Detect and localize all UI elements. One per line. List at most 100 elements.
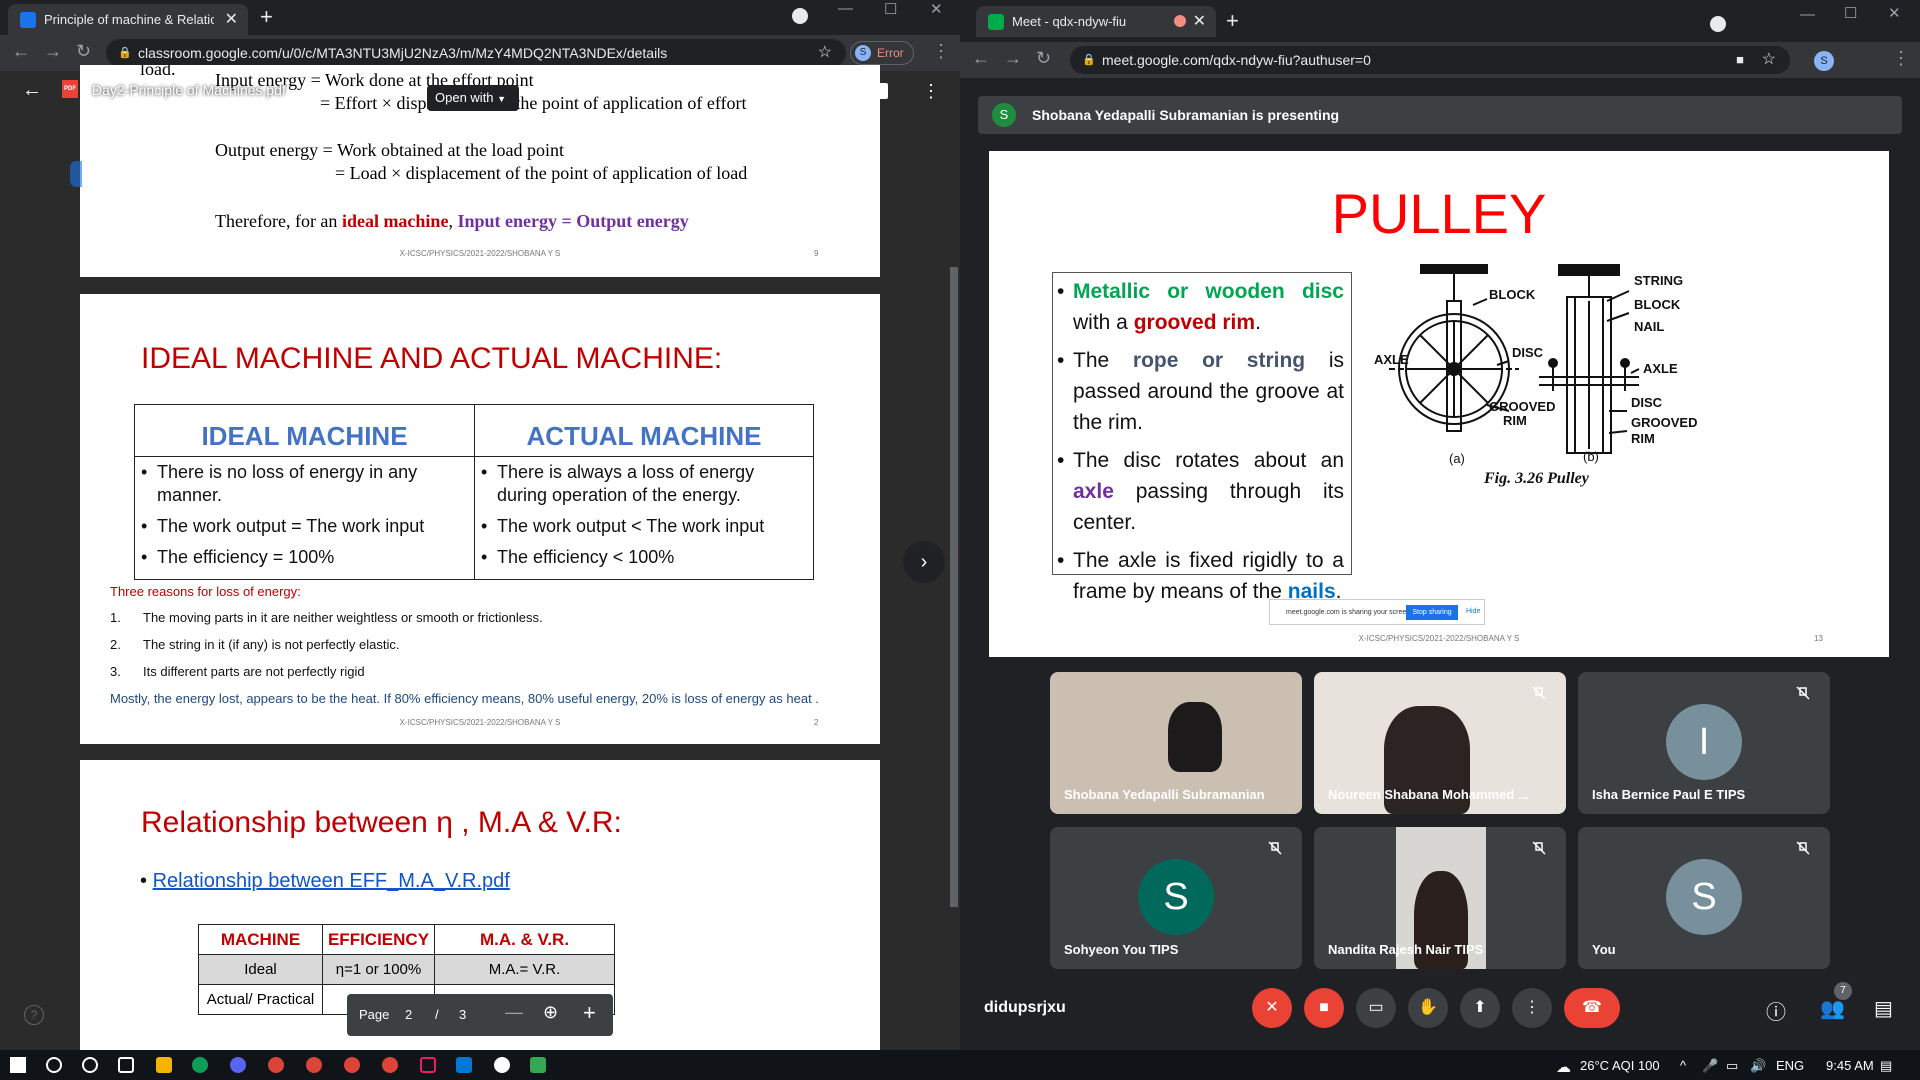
new-tab-icon[interactable]: +: [260, 4, 273, 30]
page-current[interactable]: 2: [405, 1007, 412, 1022]
reason-3: 3. Its different parts are not perfectly …: [110, 664, 365, 679]
hide-button[interactable]: Hide: [1466, 608, 1480, 615]
bullet: •: [1057, 549, 1065, 572]
notifications-icon[interactable]: ▤: [1880, 1058, 1892, 1074]
pulley-diagram: BLOCK AXLE DISC GROOVED RIM STRING BLOCK…: [1374, 264, 1697, 487]
reload-icon[interactable]: ↻: [1036, 48, 1051, 69]
weather-text[interactable]: 26°C AQI 100: [1580, 1058, 1660, 1073]
list-item: There is always a loss of energy during …: [481, 461, 809, 507]
tab-search-icon[interactable]: [792, 8, 808, 24]
zoom-in-icon[interactable]: +: [583, 1000, 596, 1026]
close-window-icon[interactable]: ✕: [1888, 4, 1901, 22]
windows-start-icon[interactable]: [10, 1057, 26, 1073]
back-arrow-icon[interactable]: ←: [22, 79, 42, 102]
zoom-out-icon[interactable]: —: [505, 1002, 523, 1023]
chat-icon[interactable]: ▤: [1874, 996, 1893, 1021]
minimize-icon[interactable]: —: [838, 0, 853, 17]
open-with-button[interactable]: Open with ▼: [427, 85, 519, 111]
address-bar[interactable]: 🔒 meet.google.com/qdx-ndyw-fiu?authuser=…: [1070, 46, 1790, 74]
forward-icon[interactable]: →: [1004, 48, 1022, 69]
participant-tile[interactable]: I Isha Bernice Paul E TIPS: [1578, 672, 1830, 814]
clock[interactable]: 9:45 AM: [1826, 1058, 1874, 1073]
reason-1: 1. The moving parts in it are neither wei…: [110, 610, 543, 625]
menu-icon[interactable]: ⋮: [932, 41, 950, 62]
video-person: [1168, 702, 1222, 772]
camera-toggle-button[interactable]: ■: [1304, 988, 1344, 1028]
avatar[interactable]: S: [1814, 51, 1834, 71]
reload-icon[interactable]: ↻: [76, 41, 91, 62]
actual-list: There is always a loss of energy during …: [475, 457, 813, 579]
cortana-icon[interactable]: [82, 1057, 98, 1073]
menu-icon[interactable]: ⋮: [1892, 48, 1910, 69]
participant-tile[interactable]: Noureen Shabana Mohammed ...: [1314, 672, 1566, 814]
chrome-icon[interactable]: [268, 1057, 284, 1073]
stop-sharing-button[interactable]: Stop sharing: [1406, 605, 1458, 620]
label-block-2: BLOCK: [1634, 297, 1681, 312]
comparison-table: IDEAL MACHINE ACTUAL MACHINE There is no…: [134, 404, 814, 580]
next-page-button[interactable]: ›: [903, 541, 945, 583]
new-tab-icon[interactable]: +: [1226, 8, 1239, 34]
bookmark-star-icon[interactable]: ☆: [818, 39, 832, 67]
participant-tile-self[interactable]: S You: [1578, 827, 1830, 969]
task-view-icon[interactable]: [118, 1057, 134, 1073]
tab-meet[interactable]: Meet - qdx-ndyw-fiu ✕: [976, 6, 1216, 37]
forward-icon[interactable]: →: [44, 41, 62, 62]
pdf-link[interactable]: Relationship between EFF_M.A_V.R.pdf: [153, 870, 510, 892]
search-icon[interactable]: [46, 1057, 62, 1073]
back-icon[interactable]: ←: [972, 48, 990, 69]
label-axle: AXLE: [1374, 352, 1409, 367]
cloud-weather-icon[interactable]: ☁: [1556, 1058, 1571, 1076]
network-icon[interactable]: ▭: [1726, 1058, 1738, 1074]
chrome-icon[interactable]: [344, 1057, 360, 1073]
raise-hand-button[interactable]: ✋: [1408, 988, 1448, 1028]
close-window-icon[interactable]: ✕: [930, 0, 943, 18]
block-b: [1558, 264, 1620, 276]
tab-search-icon[interactable]: [1710, 16, 1726, 32]
chrome-active-icon[interactable]: [382, 1057, 398, 1073]
tab-strip: Principle of machine & Relation b ✕ + — …: [0, 0, 960, 35]
chevron-up-icon[interactable]: ^: [1680, 1058, 1686, 1073]
close-tab-icon[interactable]: ✕: [225, 9, 238, 29]
volume-icon[interactable]: 🔊: [1750, 1058, 1766, 1074]
profile-error-chip[interactable]: S Error: [850, 41, 914, 65]
label-block: BLOCK: [1489, 287, 1536, 302]
minimize-icon[interactable]: —: [1800, 6, 1815, 23]
maximize-icon[interactable]: ☐: [1844, 4, 1857, 22]
back-icon[interactable]: ←: [12, 41, 30, 62]
participant-tile[interactable]: Shobana Yedapalli Subramanian: [1050, 672, 1302, 814]
address-bar[interactable]: 🔒 classroom.google.com/u/0/c/MTA3NTU3MjU…: [106, 39, 846, 67]
participant-tile[interactable]: S Sohyeon You TIPS: [1050, 827, 1302, 969]
file-explorer-icon[interactable]: [156, 1057, 172, 1073]
zoom-icon[interactable]: ⊕: [543, 1002, 558, 1023]
app-icon[interactable]: [420, 1057, 436, 1073]
maximize-icon[interactable]: ☐: [884, 0, 897, 18]
app-icon[interactable]: [530, 1057, 546, 1073]
leave-call-button[interactable]: ☎: [1564, 988, 1620, 1028]
chrome-icon[interactable]: [306, 1057, 322, 1073]
help-icon[interactable]: ?: [24, 1005, 44, 1025]
label-b: (b): [1583, 449, 1599, 464]
mic-toggle-button[interactable]: ✕: [1252, 988, 1292, 1028]
close-tab-icon[interactable]: ✕: [1193, 11, 1206, 31]
language-indicator[interactable]: ENG: [1776, 1058, 1804, 1073]
camera-icon[interactable]: ■: [1736, 46, 1744, 74]
info-icon[interactable]: ⓘ: [1766, 996, 1786, 1025]
edge-icon[interactable]: [192, 1057, 208, 1073]
more-options-icon[interactable]: ⋮: [922, 81, 940, 102]
windows-taskbar: ☁ 26°C AQI 100 ^ 🎤 ▭ 🔊 ENG 9:45 AM ▤: [0, 1050, 1920, 1080]
participant-tile[interactable]: Nandita Rajesh Nair TIPS: [1314, 827, 1566, 969]
more-options-button[interactable]: ⋮: [1512, 988, 1552, 1028]
microphone-icon[interactable]: 🎤: [1702, 1058, 1718, 1074]
ideal-machine-text: ideal machine: [341, 211, 449, 231]
scrollbar[interactable]: [950, 267, 958, 907]
label-string: STRING: [1634, 273, 1683, 288]
bookmark-star-icon[interactable]: ☆: [1762, 46, 1776, 74]
captions-button[interactable]: ▭: [1356, 988, 1396, 1028]
mail-icon[interactable]: [456, 1057, 472, 1073]
tab-classroom[interactable]: Principle of machine & Relation b ✕: [8, 4, 248, 35]
present-button[interactable]: ⬆: [1460, 988, 1500, 1028]
print-icon[interactable]: [868, 83, 888, 99]
figure-caption: Fig. 3.26 Pulley: [1483, 470, 1590, 487]
discord-icon[interactable]: [230, 1057, 246, 1073]
settings-icon[interactable]: [494, 1057, 510, 1073]
